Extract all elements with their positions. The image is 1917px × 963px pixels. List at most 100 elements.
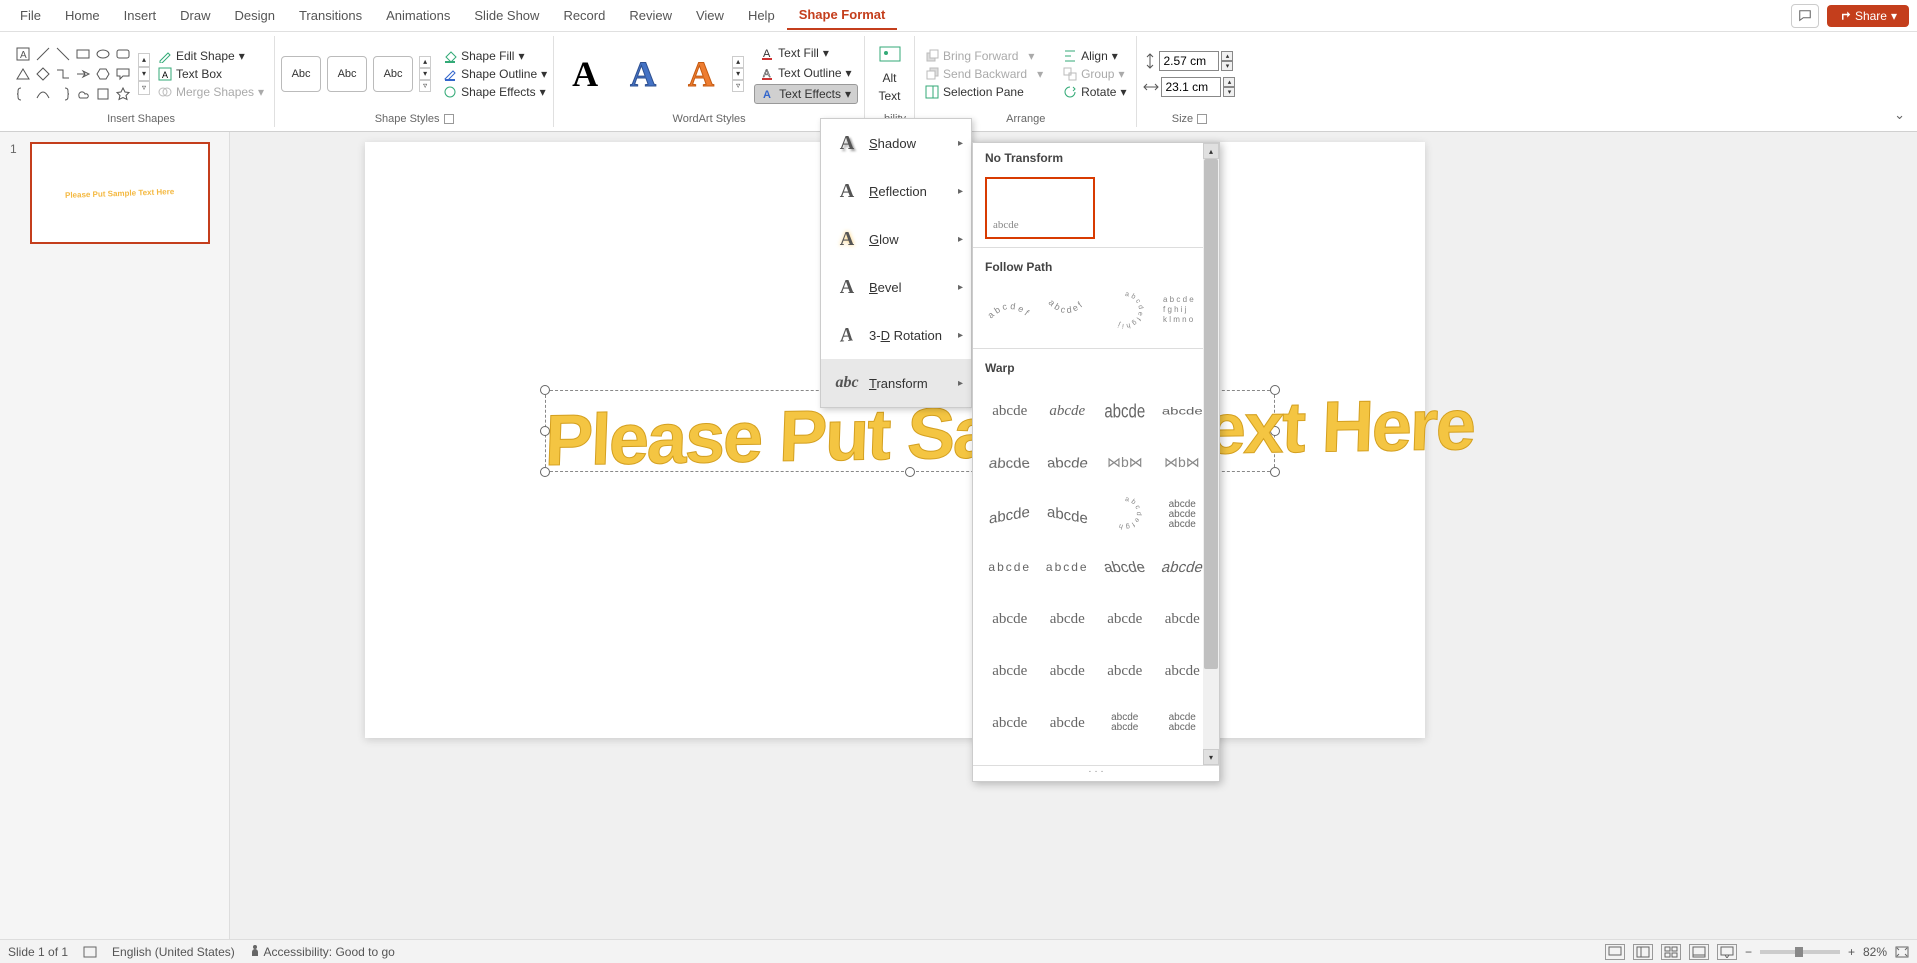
spellcheck-icon[interactable] — [82, 945, 98, 959]
shape-style-gallery[interactable]: Abc Abc Abc — [281, 56, 413, 92]
style-up-icon[interactable]: ▴ — [419, 56, 431, 68]
send-backward-button[interactable]: Send Backward ▾ — [921, 66, 1047, 82]
shape-line2-icon[interactable] — [54, 45, 72, 63]
edit-shape-button[interactable]: Edit Shape ▾ — [154, 48, 268, 64]
notes-button[interactable] — [1605, 944, 1625, 960]
warp-3-2[interactable]: abcde — [1041, 491, 1095, 539]
width-spinner[interactable]: ▴▾ — [1223, 77, 1235, 97]
shape-cloud-icon[interactable] — [74, 85, 92, 103]
style-swatch-1[interactable]: Abc — [281, 56, 321, 92]
group-button[interactable]: Group ▾ — [1059, 66, 1130, 82]
warp-7-3[interactable]: abcdeabcde — [1098, 699, 1152, 747]
wa-up-icon[interactable]: ▴ — [732, 56, 744, 68]
language-status[interactable]: English (United States) — [112, 945, 235, 959]
tab-transitions[interactable]: Transitions — [287, 2, 374, 29]
shape-oval-icon[interactable] — [94, 45, 112, 63]
shape-arrow-icon[interactable] — [74, 65, 92, 83]
warp-7-4[interactable]: abcdeabcde — [1156, 699, 1210, 747]
warp-6-3[interactable]: abcde — [1098, 647, 1152, 695]
no-transform-option[interactable]: abcde — [985, 177, 1095, 239]
warp-3-3[interactable]: a b c d e f g h — [1098, 491, 1152, 539]
zoom-handle[interactable] — [1795, 947, 1803, 957]
tab-draw[interactable]: Draw — [168, 2, 222, 29]
shapes-up-icon[interactable]: ▴ — [138, 53, 150, 67]
menu-shadow[interactable]: A Shadow ▸ — [821, 119, 971, 167]
spin-down-icon[interactable]: ▾ — [1221, 61, 1233, 71]
sel-handle-tl[interactable] — [540, 385, 550, 395]
shape-fill-button[interactable]: Shape Fill ▾ — [443, 49, 547, 63]
shape-star-icon[interactable] — [114, 85, 132, 103]
style-gallery-scroll[interactable]: ▴ ▾ ▿ — [419, 56, 431, 92]
alt-text-icon[interactable] — [878, 45, 902, 67]
shape-diamond-icon[interactable] — [34, 65, 52, 83]
shape-textbox-icon[interactable]: A — [14, 45, 32, 63]
text-effects-button[interactable]: A Text Effects ▾ — [754, 84, 858, 104]
warp-1-4[interactable]: abcde — [1156, 387, 1210, 435]
shape-effects-button[interactable]: Shape Effects ▾ — [443, 85, 547, 99]
merge-shapes-button[interactable]: Merge Shapes ▾ — [154, 84, 268, 100]
size-dialog-launcher[interactable] — [1197, 114, 1207, 124]
warp-2-4[interactable]: ⋈b⋈ — [1156, 439, 1210, 487]
warp-5-2[interactable]: abcde — [1041, 595, 1095, 643]
text-box-button[interactable]: A Text Box — [154, 66, 268, 82]
path-arch-down[interactable]: a b c d e f — [1041, 286, 1095, 334]
zoom-out-button[interactable]: − — [1745, 945, 1752, 959]
comments-button[interactable] — [1791, 4, 1819, 28]
shapes-down-icon[interactable]: ▾ — [138, 67, 150, 81]
tab-shape-format[interactable]: Shape Format — [787, 1, 898, 30]
scroll-down-icon[interactable]: ▾ — [1203, 749, 1219, 765]
shape-callout-icon[interactable] — [114, 65, 132, 83]
reading-view-button[interactable] — [1689, 944, 1709, 960]
warp-5-1[interactable]: abcde — [983, 595, 1037, 643]
path-arch-up[interactable]: a b c d e f — [983, 286, 1037, 334]
warp-4-2[interactable]: abcde — [1041, 543, 1095, 591]
shape-brace2-icon[interactable] — [54, 85, 72, 103]
style-down-icon[interactable]: ▾ — [419, 68, 431, 80]
tab-help[interactable]: Help — [736, 2, 787, 29]
spin-up-icon[interactable]: ▴ — [1223, 77, 1235, 87]
tab-view[interactable]: View — [684, 2, 736, 29]
zoom-value[interactable]: 82% — [1863, 945, 1887, 959]
tab-file[interactable]: File — [8, 2, 53, 29]
style-swatch-3[interactable]: Abc — [373, 56, 413, 92]
path-button[interactable]: a b c d ef g h i jk l m n o — [1156, 286, 1210, 334]
spin-up-icon[interactable]: ▴ — [1221, 51, 1233, 61]
width-input[interactable] — [1161, 77, 1221, 97]
shape-outline-button[interactable]: Shape Outline ▾ — [443, 67, 547, 81]
flyout-scrollbar[interactable]: ▴ ▾ — [1203, 143, 1219, 765]
shape-hexagon-icon[interactable] — [94, 65, 112, 83]
style-more-icon[interactable]: ▿ — [419, 80, 431, 92]
sorter-view-button[interactable] — [1661, 944, 1681, 960]
zoom-slider[interactable] — [1760, 950, 1840, 954]
wordart-swatch-3[interactable]: A — [676, 49, 726, 99]
warp-6-2[interactable]: abcde — [1041, 647, 1095, 695]
text-outline-button[interactable]: A Text Outline ▾ — [754, 64, 858, 82]
flyout-more[interactable]: · · · — [973, 765, 1219, 781]
warp-4-4[interactable]: abcde — [1156, 543, 1210, 591]
warp-3-4[interactable]: abcdeabcdeabcde — [1156, 491, 1210, 539]
tab-review[interactable]: Review — [617, 2, 684, 29]
warp-6-4[interactable]: abcde — [1156, 647, 1210, 695]
wordart-swatch-1[interactable]: A — [560, 49, 610, 99]
tab-record[interactable]: Record — [551, 2, 617, 29]
rotate-button[interactable]: Rotate ▾ — [1059, 84, 1130, 100]
scroll-thumb[interactable] — [1204, 159, 1218, 669]
warp-1-1[interactable]: abcde — [983, 387, 1037, 435]
shape-connector-icon[interactable] — [54, 65, 72, 83]
warp-5-4[interactable]: abcde — [1156, 595, 1210, 643]
fit-to-window-button[interactable] — [1895, 946, 1909, 958]
warp-1-2[interactable]: abcde — [1041, 387, 1095, 435]
slideshow-view-button[interactable] — [1717, 944, 1737, 960]
shape-styles-dialog-launcher[interactable] — [444, 114, 454, 124]
shape-action-icon[interactable] — [94, 85, 112, 103]
tab-slideshow[interactable]: Slide Show — [462, 2, 551, 29]
shapes-gallery[interactable]: A — [14, 45, 132, 103]
shapes-more-icon[interactable]: ▿ — [138, 81, 150, 95]
spin-down-icon[interactable]: ▾ — [1223, 87, 1235, 97]
path-circle[interactable]: a b c d e f g h i j — [1098, 286, 1152, 334]
menu-reflection[interactable]: A Reflection ▸ — [821, 167, 971, 215]
warp-2-3[interactable]: ⋈b⋈ — [1098, 439, 1152, 487]
shape-rect-icon[interactable] — [74, 45, 92, 63]
warp-6-1[interactable]: abcde — [983, 647, 1037, 695]
style-swatch-2[interactable]: Abc — [327, 56, 367, 92]
